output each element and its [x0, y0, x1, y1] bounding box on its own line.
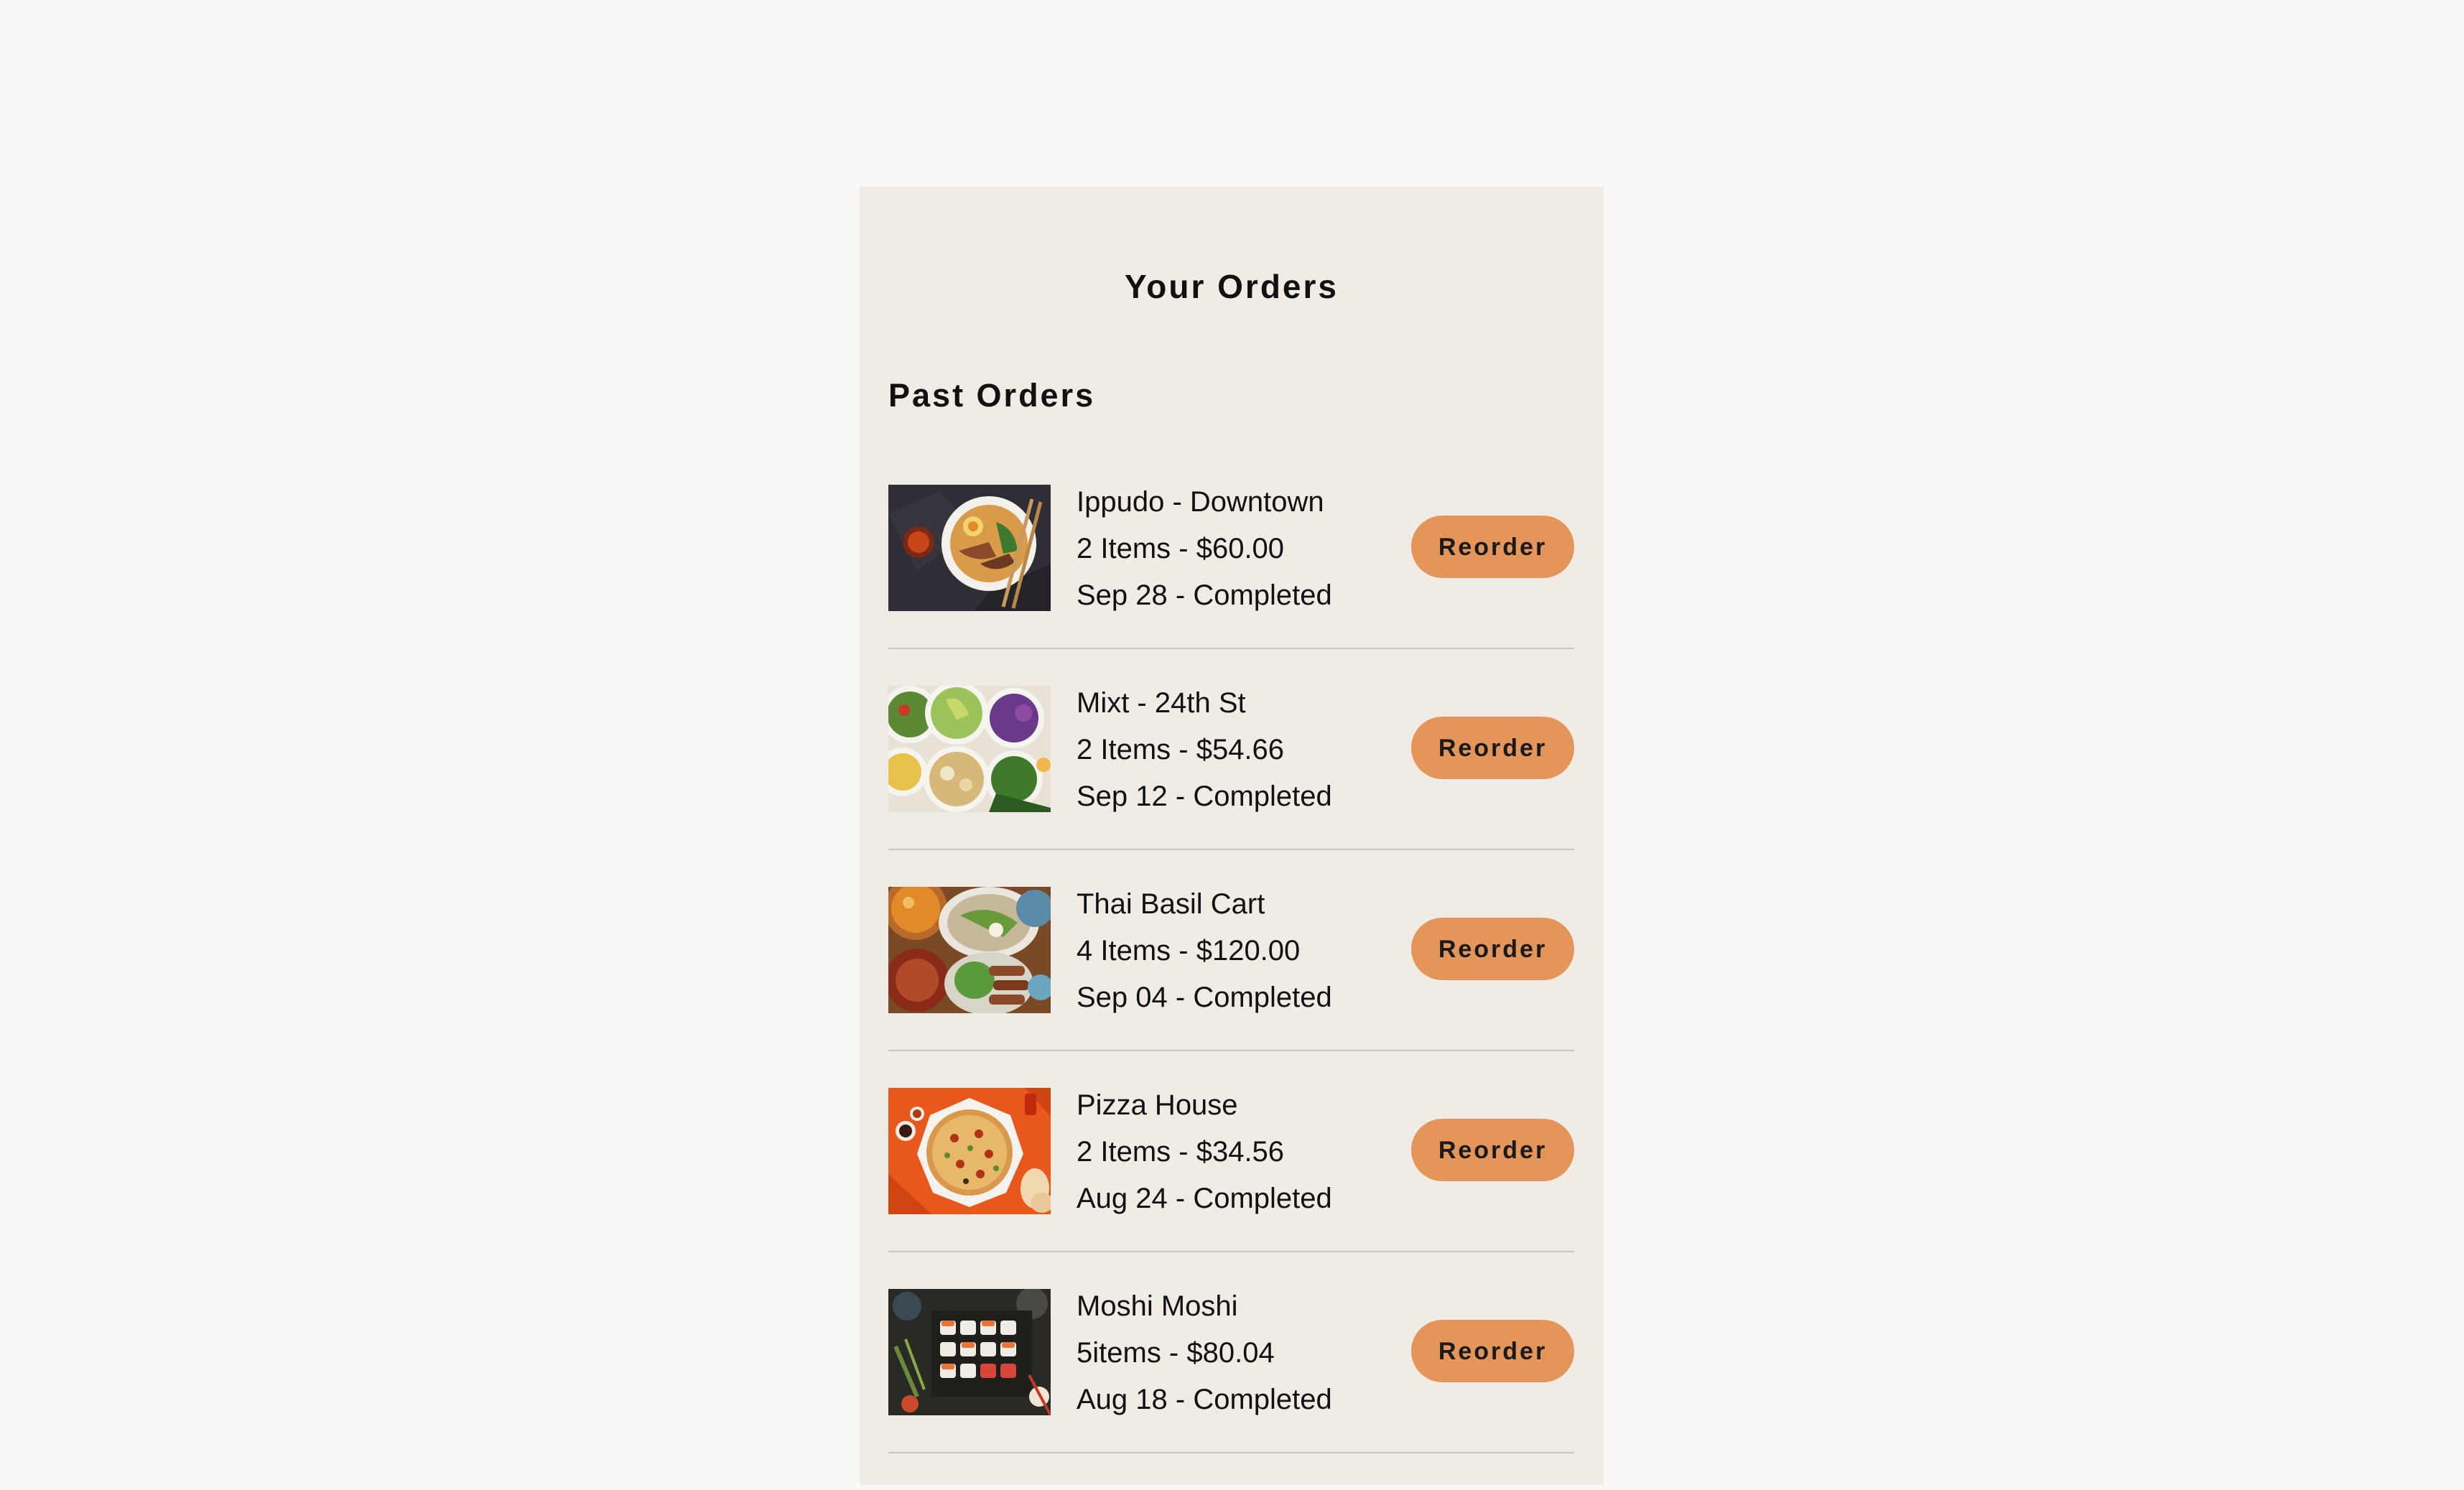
restaurant-name: Moshi Moshi — [1077, 1290, 1238, 1322]
past-orders-heading: Past Orders — [888, 377, 1096, 414]
order-item[interactable]: Pizza House 2 Items - $34.56 Aug 24 - Co… — [888, 1088, 1574, 1289]
order-info: Pizza House 2 Items - $34.56 Aug 24 - Co… — [1077, 1082, 1332, 1222]
order-item[interactable]: Ippudo - Downtown 2 Items - $60.00 Sep 2… — [888, 485, 1574, 686]
restaurant-name: Thai Basil Cart — [1077, 888, 1265, 920]
orders-panel: Your Orders Past Orders Ippudo - Downtow… — [860, 187, 1604, 1485]
sushi-platter-photo — [888, 1289, 1051, 1415]
order-item[interactable]: Moshi Moshi 5items - $80.04 Aug 18 - Com… — [888, 1289, 1574, 1490]
divider — [888, 1251, 1574, 1252]
salad-bowls-photo — [888, 686, 1051, 812]
reorder-button[interactable]: Reorder — [1411, 1119, 1574, 1181]
divider — [888, 1050, 1574, 1051]
order-status: Aug 18 - Completed — [1077, 1384, 1332, 1415]
order-status: Aug 24 - Completed — [1077, 1183, 1332, 1214]
order-summary: 2 Items - $54.66 — [1077, 734, 1285, 765]
reorder-button[interactable]: Reorder — [1411, 516, 1574, 578]
order-status: Sep 12 - Completed — [1077, 781, 1332, 812]
reorder-button[interactable]: Reorder — [1411, 1320, 1574, 1382]
order-item[interactable]: Thai Basil Cart 4 Items - $120.00 Sep 04… — [888, 887, 1574, 1088]
divider — [888, 1452, 1574, 1453]
order-info: Mixt - 24th St 2 Items - $54.66 Sep 12 -… — [1077, 680, 1332, 820]
divider — [888, 648, 1574, 649]
pizza-photo — [888, 1088, 1051, 1214]
order-summary: 5items - $80.04 — [1077, 1337, 1275, 1369]
order-summary: 4 Items - $120.00 — [1077, 935, 1301, 967]
orders-list: Ippudo - Downtown 2 Items - $60.00 Sep 2… — [888, 485, 1574, 1490]
order-status: Sep 28 - Completed — [1077, 579, 1332, 611]
order-status: Sep 04 - Completed — [1077, 982, 1332, 1013]
thai-dishes-photo — [888, 887, 1051, 1013]
divider — [888, 849, 1574, 850]
reorder-button[interactable]: Reorder — [1411, 717, 1574, 779]
ramen-bowl-photo — [888, 485, 1051, 611]
order-item[interactable]: Mixt - 24th St 2 Items - $54.66 Sep 12 -… — [888, 686, 1574, 887]
order-summary: 2 Items - $60.00 — [1077, 533, 1285, 564]
restaurant-name: Mixt - 24th St — [1077, 687, 1246, 719]
order-info: Moshi Moshi 5items - $80.04 Aug 18 - Com… — [1077, 1283, 1332, 1423]
restaurant-name: Ippudo - Downtown — [1077, 486, 1324, 518]
order-summary: 2 Items - $34.56 — [1077, 1136, 1285, 1168]
order-info: Thai Basil Cart 4 Items - $120.00 Sep 04… — [1077, 881, 1332, 1021]
order-info: Ippudo - Downtown 2 Items - $60.00 Sep 2… — [1077, 479, 1332, 619]
restaurant-name: Pizza House — [1077, 1089, 1238, 1121]
page-title: Your Orders — [1125, 268, 1339, 305]
reorder-button[interactable]: Reorder — [1411, 918, 1574, 980]
